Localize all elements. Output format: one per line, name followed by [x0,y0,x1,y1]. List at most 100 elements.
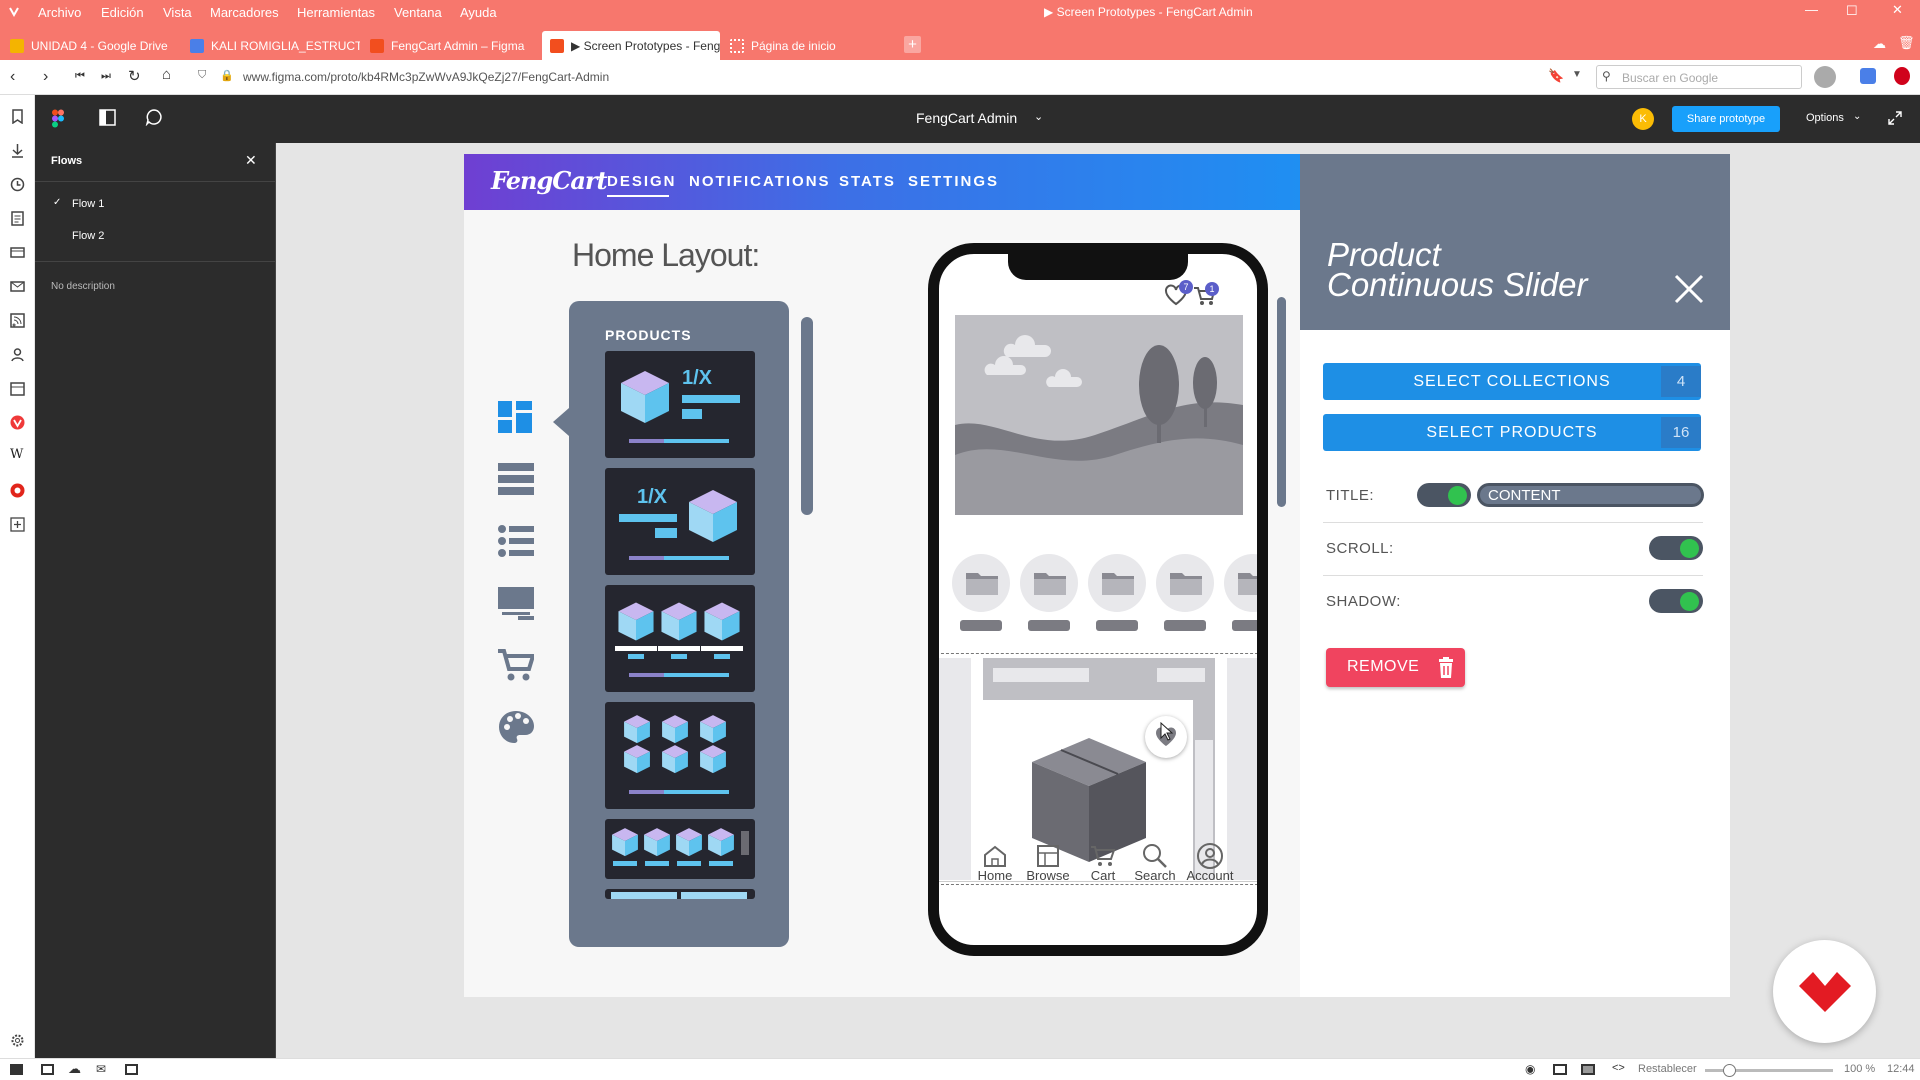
figma-logo-icon[interactable] [52,109,64,128]
add-panel-icon[interactable] [10,517,25,532]
phone-nav-browse[interactable]: Browse [1018,868,1078,883]
images-icon[interactable] [1581,1064,1595,1075]
restore-zoom-label[interactable]: Restablecer [1638,1063,1697,1075]
flow-item-2[interactable]: Flow 2 [35,225,275,249]
forward-icon[interactable]: › [43,68,48,86]
cart-icon[interactable] [498,647,534,683]
browse-icon[interactable] [1036,844,1060,868]
profile-avatar-icon[interactable] [1814,66,1836,88]
extension-icon[interactable] [1860,68,1876,84]
bookmarks-icon[interactable] [10,109,25,124]
category-circle[interactable] [1224,554,1257,612]
category-circle[interactable] [1088,554,1146,612]
history-icon[interactable] [10,177,25,192]
opera-adblock-icon[interactable] [1894,67,1910,85]
zoom-slider-handle[interactable] [1723,1064,1736,1077]
phone-nav-account[interactable]: Account [1180,868,1240,883]
app-logo[interactable]: FengCart [491,166,608,195]
flow-item-1[interactable]: ✓ Flow 1 [35,193,275,217]
shadow-toggle[interactable] [1649,589,1703,613]
wikipedia-icon[interactable]: W [10,447,25,462]
nav-settings[interactable]: SETTINGS [908,173,999,190]
category-circle[interactable] [952,554,1010,612]
tab-home-page[interactable]: Página de inicio [722,31,900,60]
zoom-slider[interactable] [1705,1064,1833,1077]
shield-icon[interactable]: ⛉ [198,69,206,82]
search-box[interactable]: ⚲ Buscar en Google [1596,65,1802,89]
nav-notifications[interactable]: NOTIFICATIONS [689,173,831,190]
chevron-down-icon[interactable]: ▼ [1572,69,1582,80]
menu-archivo[interactable]: Archivo [38,5,81,20]
tab-google-docs[interactable]: KALI ROMIGLIA_ESTRUCTU [182,31,360,60]
phone-scrollbar[interactable] [1277,297,1286,507]
chevron-down-icon[interactable]: ⌄ [1853,111,1861,122]
media-icon[interactable] [10,483,25,498]
window-panel-icon[interactable] [10,245,25,260]
chevron-down-icon[interactable]: ⌄ [1034,110,1043,123]
tab-google-drive[interactable]: UNIDAD 4 - Google Drive [2,31,180,60]
nav-stats[interactable]: STATS [839,173,896,190]
settings-gear-icon[interactable] [10,1033,25,1048]
layout-thumb-three-columns[interactable] [605,585,755,692]
layout-thumb-grid[interactable] [605,702,755,809]
reload-icon[interactable]: ↻ [128,67,141,85]
tab-screen-prototypes[interactable]: ▶ Screen Prototypes - Feng [542,31,720,60]
menu-ayuda[interactable]: Ayuda [460,5,497,20]
trash-icon[interactable]: 🗑 [1898,35,1915,51]
layout-thumb-slider[interactable] [605,819,755,879]
account-icon[interactable] [1197,843,1223,869]
close-window-icon[interactable]: ✕ [1892,2,1903,18]
comment-icon[interactable] [145,108,163,126]
layout-thumb-single-right[interactable]: 1/X [605,468,755,575]
close-icon[interactable]: ✕ [245,152,257,169]
search-icon[interactable] [1142,843,1168,869]
list-icon[interactable] [498,523,534,559]
mail-status-icon[interactable]: ✉ [96,1062,106,1076]
user-avatar[interactable]: K [1632,108,1654,130]
capture-icon[interactable]: ◉ [1525,1062,1535,1076]
feed-icon[interactable] [10,313,25,328]
menu-vista[interactable]: Vista [163,5,192,20]
title-toggle[interactable] [1417,483,1471,507]
select-products-button[interactable]: SELECT PRODUCTS 16 [1323,414,1701,451]
category-circle[interactable] [1020,554,1078,612]
contacts-icon[interactable] [10,347,25,362]
brand-badge[interactable] [1773,940,1876,1043]
tab-figma-file[interactable]: FengCart Admin – Figma [362,31,540,60]
fast-forward-icon[interactable]: ⏭ [101,70,111,83]
title-content-field[interactable]: CONTENT [1477,483,1704,507]
mail-icon[interactable] [10,279,25,294]
code-icon[interactable]: <> [1612,1062,1625,1074]
phone-nav-cart[interactable]: Cart [1073,868,1133,883]
file-title[interactable]: FengCart Admin [916,110,1017,126]
layout-blocks-icon[interactable] [498,399,534,435]
remove-button[interactable]: REMOVE [1326,648,1465,687]
rewind-icon[interactable]: ⏮ [75,70,85,83]
vivaldi-logo-icon[interactable] [8,5,20,17]
menu-edicion[interactable]: Edición [101,5,144,20]
scroll-toggle[interactable] [1649,536,1703,560]
close-icon[interactable] [1674,274,1704,304]
minimize-icon[interactable]: — [1805,2,1818,17]
calendar-status-icon[interactable] [125,1064,138,1075]
phone-nav-home[interactable]: Home [965,868,1025,883]
nav-design[interactable]: DESIGN [607,173,677,190]
panel-toggle-icon[interactable] [10,1064,23,1075]
share-prototype-button[interactable]: Share prototype [1672,106,1780,132]
cart-icon[interactable] [1090,844,1116,868]
sidebar-toggle-icon[interactable] [99,109,116,126]
sync-cloud-icon[interactable]: ☁ [68,1061,81,1077]
url-field[interactable]: www.figma.com/proto/kb4RMc3pZwWvA9JkQeZj… [243,70,609,84]
palette-icon[interactable] [498,709,534,745]
products-scrollbar[interactable] [801,317,813,515]
select-collections-button[interactable]: SELECT COLLECTIONS 4 [1323,363,1701,400]
category-circle[interactable] [1156,554,1214,612]
layout-thumb-more[interactable] [605,889,755,899]
downloads-icon[interactable] [10,143,25,158]
menu-marcadores[interactable]: Marcadores [210,5,279,20]
options-menu[interactable]: Options [1806,112,1844,124]
home-icon[interactable] [982,844,1008,868]
tiling-icon[interactable] [41,1064,54,1075]
window-icon[interactable] [1553,1064,1567,1075]
layout-thumb-single-left[interactable]: 1/X [605,351,755,458]
